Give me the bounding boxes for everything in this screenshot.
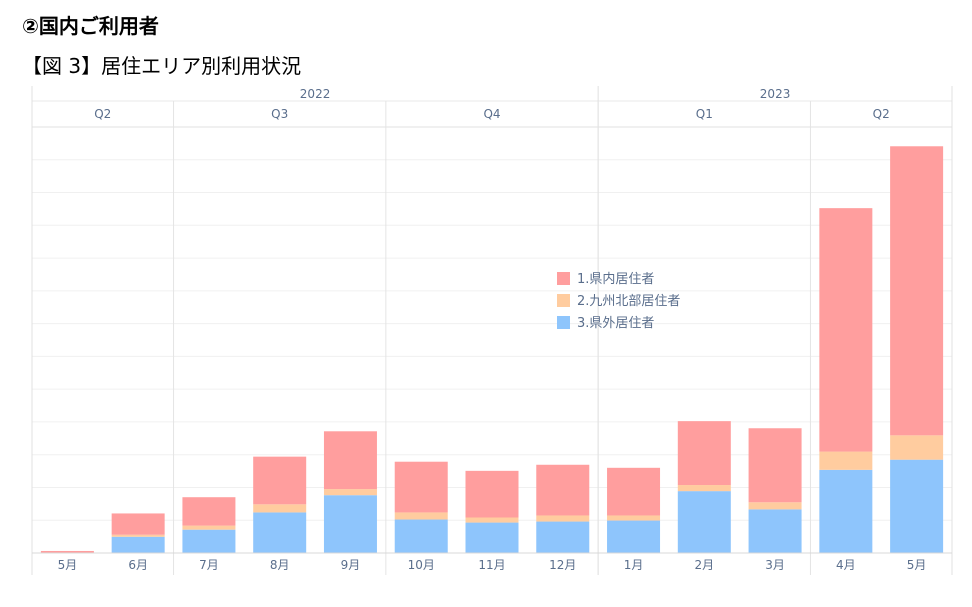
bar-segment (111, 513, 165, 535)
x-tick-label: 2月 (694, 558, 714, 572)
bar-segment (394, 512, 448, 520)
bar-segment (323, 431, 377, 490)
bar-segment (536, 521, 590, 553)
bar-segment (253, 512, 307, 553)
bar-segment (465, 517, 519, 523)
x-axis: 5月 6月 7月 8月 9月 10月 11月 12月 1月 2月 3月 4月 5月 (32, 552, 952, 572)
bar-segment (819, 451, 873, 470)
bar-segment (253, 504, 307, 513)
bar-segment (819, 208, 873, 452)
quarter-label: Q3 (271, 107, 288, 121)
bar-segment (323, 495, 377, 553)
bar-segment (465, 522, 519, 553)
bar-segment (890, 146, 944, 436)
x-tick-label: 7月 (199, 558, 219, 572)
bar-segment (890, 435, 944, 460)
legend: 1.県内居住者 2.九州北部居住者 3.県外居住者 (557, 271, 680, 331)
x-tick-label: 5月 (58, 558, 78, 572)
grid-lines (32, 126, 952, 521)
bar-segment (748, 502, 802, 510)
legend-swatch (557, 294, 570, 307)
bar-segment (677, 421, 731, 486)
bar-segment (394, 461, 448, 513)
bar-segment (394, 519, 448, 553)
bar-segment (536, 515, 590, 522)
x-tick-label: 6月 (128, 558, 148, 572)
x-tick-label: 11月 (478, 558, 505, 572)
bar-segment (465, 470, 519, 518)
quarter-label: Q4 (483, 107, 500, 121)
bar-segment (748, 428, 802, 503)
bar-segment (607, 515, 661, 521)
x-tick-label: 3月 (765, 558, 785, 572)
x-tick-label: 8月 (270, 558, 290, 572)
bar-segment (182, 529, 236, 553)
legend-label: 1.県内居住者 (577, 271, 654, 287)
year-label: 2023 (760, 87, 791, 101)
legend-label: 3.県外居住者 (577, 316, 654, 331)
bar-segment (536, 464, 590, 516)
legend-swatch (557, 272, 570, 285)
bar-segment (819, 469, 873, 553)
x-tick-label: 5月 (907, 558, 927, 572)
bar-segment (748, 509, 802, 553)
x-tick-label: 1月 (624, 558, 644, 572)
quarter-label: Q2 (94, 107, 111, 121)
bar-segment (111, 534, 165, 537)
x-tick-label: 9月 (341, 558, 361, 572)
bar-segment (253, 456, 307, 505)
bar-segment (677, 491, 731, 553)
year-label: 2022 (300, 87, 331, 101)
bar-segment (111, 536, 165, 553)
bar-segment (182, 497, 236, 526)
quarter-label: Q1 (696, 107, 713, 121)
quarter-label: Q2 (873, 107, 890, 121)
bar-segment (890, 459, 944, 553)
bar-segment (607, 467, 661, 516)
legend-swatch (557, 316, 570, 329)
bar-segment (323, 489, 377, 496)
bar-segment (182, 525, 236, 530)
x-tick-label: 4月 (836, 558, 856, 572)
legend-label: 2.九州北部居住者 (577, 294, 680, 309)
x-tick-label: 10月 (408, 558, 435, 572)
bar-segment (607, 520, 661, 553)
bar-group (40, 146, 944, 553)
x-tick-label: 12月 (549, 558, 576, 572)
bar-segment (677, 485, 731, 492)
stacked-bar-chart: 2022 2023 Q2 Q3 Q4 Q1 Q2 5月 6月 7月 8月 9月 10月 11月 12月 1月… (31, 86, 953, 575)
